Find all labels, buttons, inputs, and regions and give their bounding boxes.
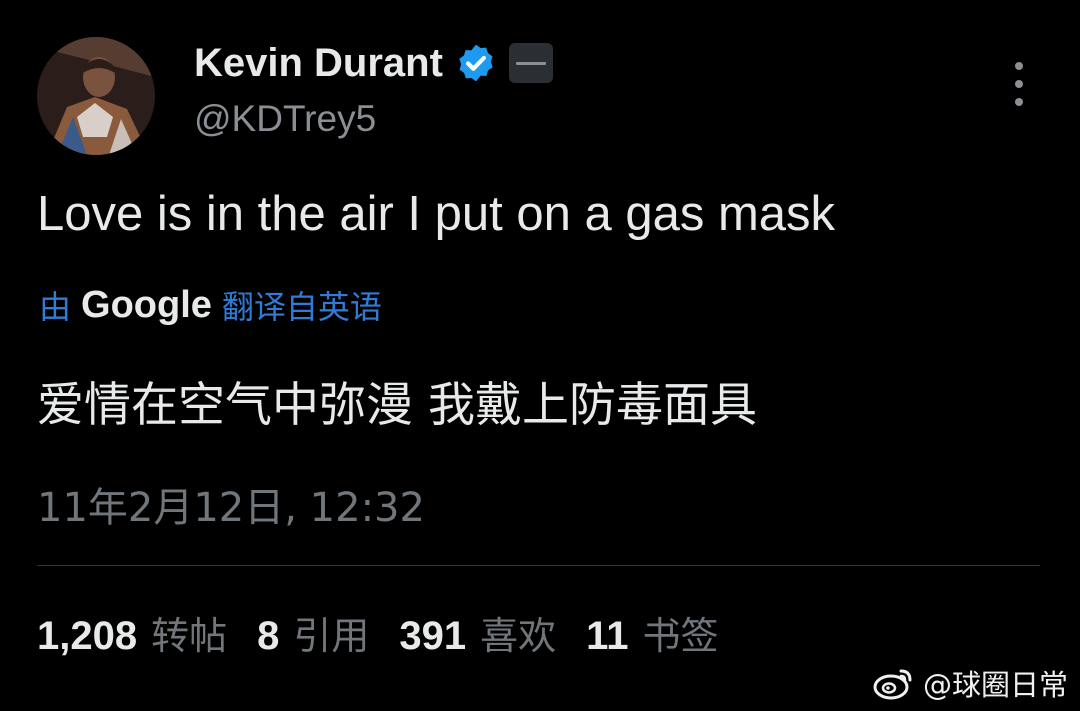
avatar[interactable] (37, 37, 155, 155)
stat-bookmarks[interactable]: 11 书签 (586, 605, 718, 660)
engagement-stats: 1,208 转帖 8 引用 391 喜欢 11 书签 (37, 606, 748, 658)
stat-label: 转帖 (151, 613, 228, 658)
watermark-text: @球圈日常 (922, 668, 1068, 702)
translated-tweet-text: 爱情在空气中弥漫 我戴上防毒面具 (37, 378, 757, 433)
more-options-icon[interactable] (1005, 62, 1033, 106)
stat-count: 1,208 (37, 613, 138, 658)
stat-likes[interactable]: 391 喜欢 (399, 605, 556, 660)
divider (37, 565, 1040, 566)
stat-count: 8 (257, 613, 280, 658)
author-name-row: Kevin Durant (194, 38, 553, 88)
stat-count: 391 (399, 613, 467, 658)
author-display-name[interactable]: Kevin Durant (194, 41, 443, 86)
watermark: @球圈日常 (873, 663, 1068, 703)
translation-prefix: 由 (39, 288, 72, 326)
stat-count: 11 (586, 613, 629, 658)
avatar-image (37, 37, 155, 155)
tweet-text: Love is in the air I put on a gas mask (37, 187, 836, 241)
tweet-card: Kevin Durant @KDTrey5 Love is in the air… (0, 0, 1080, 711)
affiliate-badge-icon[interactable] (508, 43, 553, 83)
author-handle[interactable]: @KDTrey5 (194, 98, 376, 140)
stat-reposts[interactable]: 1,208 转帖 (37, 605, 227, 660)
translation-credit[interactable]: 由 Google 翻译自英语 (39, 280, 382, 330)
google-logo: Google (81, 283, 212, 326)
weibo-icon (873, 669, 912, 700)
stat-quotes[interactable]: 8 引用 (257, 605, 369, 660)
stat-label: 喜欢 (480, 613, 557, 658)
verified-badge-icon (459, 44, 493, 82)
stat-label: 引用 (293, 613, 370, 658)
stat-label: 书签 (642, 613, 719, 658)
tweet-timestamp[interactable]: 11年2月12日, 12:32 (37, 475, 425, 533)
translation-suffix: 翻译自英语 (221, 288, 382, 326)
